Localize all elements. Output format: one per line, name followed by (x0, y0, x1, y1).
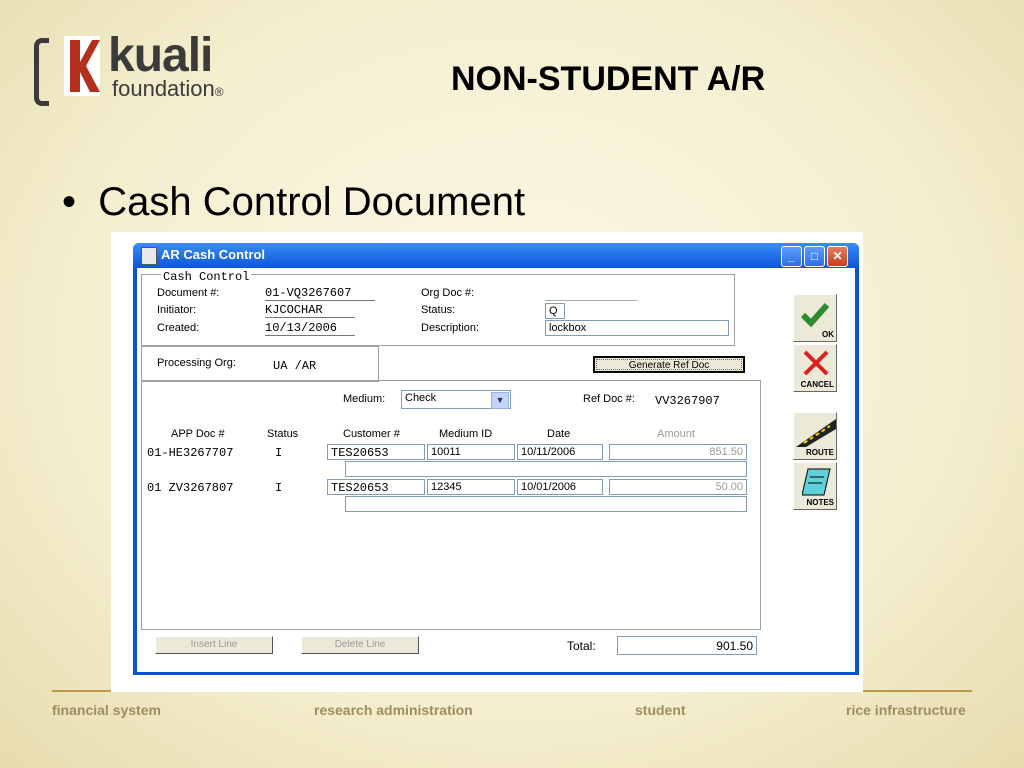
medium-label: Medium: (343, 393, 386, 405)
notes-button[interactable]: NOTES (793, 462, 837, 510)
slide-title: NON-STUDENT A/R (451, 60, 766, 98)
row1-date-field[interactable]: 10/11/2006 (517, 444, 603, 460)
route-button[interactable]: ROUTE (793, 412, 837, 460)
title-bar[interactable]: AR Cash Control _ □ ✕ (133, 243, 859, 268)
description-label: Description: (421, 322, 480, 334)
col-app-doc: APP Doc # (171, 428, 225, 440)
processing-org-value: UA /AR (273, 359, 317, 373)
row1-app-doc: 01-HE3267707 (147, 446, 234, 460)
row1-customer-field[interactable]: TES20653 (327, 444, 425, 460)
col-medium-id: Medium ID (439, 428, 493, 440)
close-button[interactable]: ✕ (827, 246, 848, 267)
road-icon (796, 419, 836, 447)
x-icon (803, 350, 829, 376)
row1-amount-field[interactable]: 851.50 (609, 444, 747, 460)
group-title: Cash Control (161, 270, 252, 284)
col-status: Status (267, 428, 299, 440)
ar-cash-control-window: AR Cash Control _ □ ✕ Cash Control Docum… (133, 243, 859, 675)
insert-line-button[interactable]: Insert Line (155, 636, 273, 654)
row1-extra-field[interactable] (345, 461, 747, 477)
delete-line-button[interactable]: Delete Line (301, 636, 419, 654)
bullet-item: • Cash Control Document (62, 180, 526, 224)
ok-button[interactable]: OK (793, 294, 837, 342)
initiator-value: KJCOCHAR (265, 303, 355, 318)
total-field: 901.50 (617, 636, 757, 655)
refdoc-label: Ref Doc #: (583, 393, 635, 405)
cancel-button[interactable]: CANCEL (793, 344, 837, 392)
footer-research-administration: research administration (314, 702, 473, 718)
processing-org-label: Processing Org: (157, 357, 236, 369)
generate-ref-doc-button[interactable]: Generate Ref Doc (593, 356, 745, 373)
document-number: 01-VQ3267607 (265, 286, 375, 301)
row1-medium-id-field[interactable]: 10011 (427, 444, 515, 460)
orgdoc-field[interactable] (545, 285, 637, 301)
logo-bracket (34, 38, 49, 106)
orgdoc-label: Org Doc #: (421, 287, 475, 299)
row2-status: I (275, 481, 283, 495)
maximize-button[interactable]: □ (804, 246, 825, 267)
row1-status: I (275, 446, 283, 460)
total-label: Total: (567, 639, 596, 653)
document-label: Document #: (157, 287, 220, 299)
row2-medium-id-field[interactable]: 12345 (427, 479, 515, 495)
chevron-down-icon[interactable]: ▼ (491, 392, 509, 409)
refdoc-value: VV3267907 (655, 394, 720, 408)
document-icon (141, 247, 157, 265)
row2-date-field[interactable]: 10/01/2006 (517, 479, 603, 495)
notepad-icon (802, 468, 831, 496)
col-customer: Customer # (343, 428, 400, 440)
medium-value: Check (405, 392, 437, 404)
checkmark-icon (800, 303, 830, 328)
footer-student: student (635, 702, 686, 718)
medium-select[interactable]: Check ▼ (401, 390, 511, 409)
window-client: Cash Control Document #: 01-VQ3267607 In… (137, 268, 855, 672)
row2-customer-field[interactable]: TES20653 (327, 479, 425, 495)
kuali-logo-icon (64, 36, 100, 96)
footer-rice-infrastructure: rice infrastructure (846, 702, 966, 718)
col-amount: Amount (657, 428, 695, 440)
minimize-button[interactable]: _ (781, 246, 802, 267)
description-field[interactable]: lockbox (545, 320, 729, 336)
logo-wordmark: kuali (108, 29, 213, 82)
status-field[interactable]: Q (545, 303, 565, 319)
window-title: AR Cash Control (161, 247, 265, 262)
footer-financial-system: financial system (52, 702, 161, 718)
status-label: Status: (421, 304, 456, 316)
row2-amount-field[interactable]: 50.00 (609, 479, 747, 495)
initiator-label: Initiator: (157, 304, 197, 316)
col-date: Date (547, 428, 571, 440)
created-value: 10/13/2006 (265, 321, 355, 336)
row2-app-doc: 01 ZV3267807 (147, 481, 234, 495)
created-label: Created: (157, 322, 200, 334)
row2-extra-field[interactable] (345, 496, 747, 512)
logo-subtitle: foundation® (112, 76, 224, 101)
